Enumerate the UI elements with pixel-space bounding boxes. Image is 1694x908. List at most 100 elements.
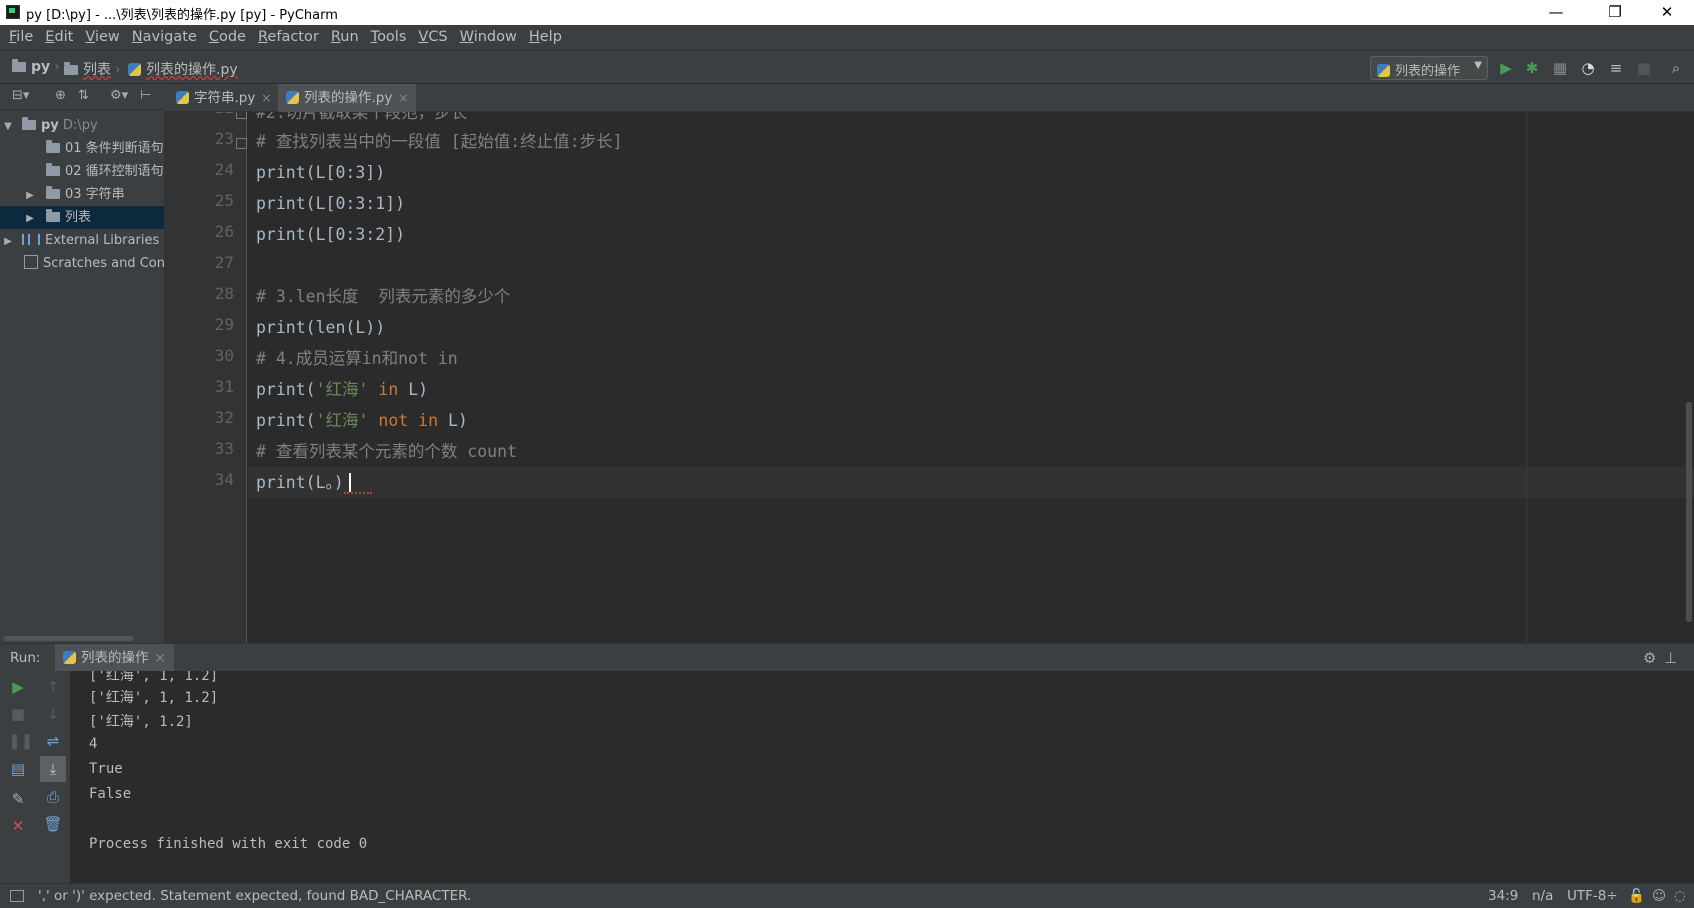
project-view-icon[interactable]: ⊟▾ (12, 88, 29, 103)
inspector-icon[interactable]: ☺ (1652, 888, 1666, 904)
target-icon[interactable]: ⊕ (55, 88, 66, 103)
debug-icon[interactable]: ✱ (1523, 59, 1541, 77)
folder-icon (46, 186, 60, 199)
collapse-icon[interactable]: ⇅ (78, 88, 89, 103)
close-icon[interactable]: ✕ (8, 816, 28, 836)
stop-icon[interactable]: ■ (1635, 59, 1653, 77)
up-arrow-icon[interactable]: ↑ (43, 677, 63, 697)
caret-position[interactable]: 34:9 (1488, 888, 1518, 904)
soft-wrap-icon[interactable]: ⇌ (43, 731, 63, 751)
gear-icon[interactable]: ⚙ (1643, 649, 1656, 667)
notifications-icon[interactable]: ◌ (1674, 888, 1686, 904)
menu-file[interactable]: File (0, 25, 39, 49)
menu-bar: File Edit View Navigate Code Refactor Run Tools… (0, 25, 1694, 50)
print-icon[interactable]: ⎙ (43, 787, 63, 807)
breadcrumb-file[interactable]: 列表的操作.py (128, 59, 238, 78)
window-title: py [D:\py] - ...\列表\列表的操作.py [py] - PyCh… (26, 8, 338, 23)
code-line-30: # 4.成员运算in和not in (256, 349, 458, 368)
run-console[interactable]: ['红海', 1, 1.2] ['红海', 1, 1.2] ['红海', 1.2… (70, 671, 1694, 883)
fold-icon[interactable] (236, 138, 247, 149)
text-caret (349, 473, 351, 492)
tree-item-list[interactable]: ▶ 列表 (0, 206, 164, 229)
menu-view[interactable]: View (79, 25, 125, 49)
line-number: 24 (214, 160, 234, 179)
tree-item-01[interactable]: 01 条件判断语句 (0, 137, 164, 160)
code-line-28: # 3.len长度 列表元素的多少个 (256, 287, 511, 306)
run-panel-header: Run: 列表的操作 × ⚙ ⊥ (0, 643, 1694, 672)
close-icon[interactable]: × (398, 91, 408, 105)
menu-tools[interactable]: Tools (365, 25, 413, 49)
python-file-icon (286, 91, 299, 104)
line-number: 29 (214, 315, 234, 334)
code-line-34-current[interactable]: print(L。) (248, 467, 1694, 498)
lock-icon[interactable]: 🔓 (1628, 888, 1645, 904)
console-line: ['红海', 1, 1.2] (89, 690, 219, 706)
project-toolbar: ⊟▾ ⊕ ⇅ ⚙▾ ⊢ (0, 84, 164, 110)
breadcrumb-folder[interactable]: 列表 › (64, 59, 125, 78)
run-configuration-select[interactable]: 列表的操作 ▼ (1370, 56, 1488, 80)
menu-vcs[interactable]: VCS (412, 25, 453, 49)
run-tab[interactable]: 列表的操作 × (55, 644, 174, 672)
project-horizontal-scrollbar[interactable] (4, 636, 134, 641)
console-line: 4 (89, 736, 98, 752)
console-line: ['红海', 1.2] (89, 714, 193, 730)
tree-item-py[interactable]: ▼ py D:\py (0, 114, 164, 137)
scroll-to-end-icon[interactable]: ⤓ (40, 756, 66, 782)
file-encoding[interactable]: UTF-8÷ (1567, 888, 1618, 904)
trash-icon[interactable]: 🗑 (43, 814, 63, 834)
pause-icon[interactable]: ❚❚ (8, 731, 33, 751)
hide-icon[interactable]: ⊢ (140, 88, 151, 103)
menu-window[interactable]: Window (454, 25, 523, 49)
folder-icon (22, 117, 36, 130)
close-window-button[interactable]: ✕ (1644, 0, 1690, 25)
tree-item-external-libraries[interactable]: ▶ External Libraries (0, 229, 164, 252)
coverage-icon[interactable]: ▦ (1551, 59, 1569, 77)
close-icon[interactable]: × (155, 650, 166, 666)
menu-edit[interactable]: Edit (39, 25, 79, 49)
tree-item-03[interactable]: ▶ 03 字符串 (0, 183, 164, 206)
stop-icon[interactable]: ■ (8, 704, 28, 724)
code-editor[interactable]: 22 23 24 25 26 27 28 29 30 31 32 33 34 #… (164, 112, 1694, 643)
gear-icon[interactable]: ⚙▾ (110, 88, 128, 103)
pin-icon[interactable]: ✎ (8, 789, 28, 809)
minimize-button[interactable]: — (1533, 0, 1579, 25)
tool-windows-icon[interactable] (10, 890, 24, 902)
run-toolbar: ▶ ■ ❚❚ ▤ ✎ ✕ ↑ ↓ ⇌ ⤓ ⎙ 🗑 (0, 671, 70, 883)
line-number: 27 (214, 253, 234, 272)
menu-run[interactable]: Run (325, 25, 365, 49)
restore-button[interactable]: ❐ (1592, 0, 1638, 25)
profile-icon[interactable]: ◔ (1579, 59, 1597, 77)
close-icon[interactable]: × (261, 91, 271, 105)
breadcrumb-root[interactable]: py › (12, 59, 64, 77)
menu-help[interactable]: Help (523, 25, 568, 49)
tree-item-02[interactable]: 02 循环控制语句 (0, 160, 164, 183)
tree-item-scratches[interactable]: Scratches and Consoles (0, 252, 164, 275)
library-icon (22, 234, 40, 245)
navigation-bar: py › 列表 › 列表的操作.py 列表的操作 ▼ ▶ ✱ ▦ ◔ ≡ ■ ⌕ (0, 50, 1694, 84)
line-number: 28 (214, 284, 234, 303)
code-line-29: print(len(L)) (256, 318, 386, 337)
code-line-31: print('红海' in L) (256, 380, 429, 399)
line-separator[interactable]: n/a (1532, 888, 1553, 904)
concurrency-icon[interactable]: ≡ (1607, 59, 1625, 77)
code-line-26: print(L[0:3:2]) (256, 225, 406, 244)
hide-panel-icon[interactable]: ⊥ (1664, 649, 1677, 667)
menu-navigate[interactable]: Navigate (126, 25, 203, 49)
tab-string-py[interactable]: 字符串.py × (168, 84, 279, 112)
console-line: True (89, 761, 123, 777)
editor-vertical-scrollbar[interactable] (1686, 402, 1692, 622)
folder-icon (46, 209, 60, 222)
tab-list-operations-py[interactable]: 列表的操作.py × (278, 84, 417, 115)
menu-code[interactable]: Code (203, 25, 252, 49)
search-icon[interactable]: ⌕ (1667, 59, 1685, 77)
line-number: 23 (214, 129, 234, 148)
layout-icon[interactable]: ▤ (8, 759, 28, 779)
console-line-exit: Process finished with exit code 0 (89, 836, 368, 852)
fold-icon[interactable] (236, 112, 247, 119)
run-icon[interactable]: ▶ (1497, 59, 1515, 77)
run-label: Run: (10, 650, 41, 666)
menu-refactor[interactable]: Refactor (252, 25, 325, 49)
rerun-icon[interactable]: ▶ (8, 677, 28, 697)
console-line: ['红海', 1, 1.2] (89, 671, 219, 684)
down-arrow-icon[interactable]: ↓ (43, 704, 63, 724)
